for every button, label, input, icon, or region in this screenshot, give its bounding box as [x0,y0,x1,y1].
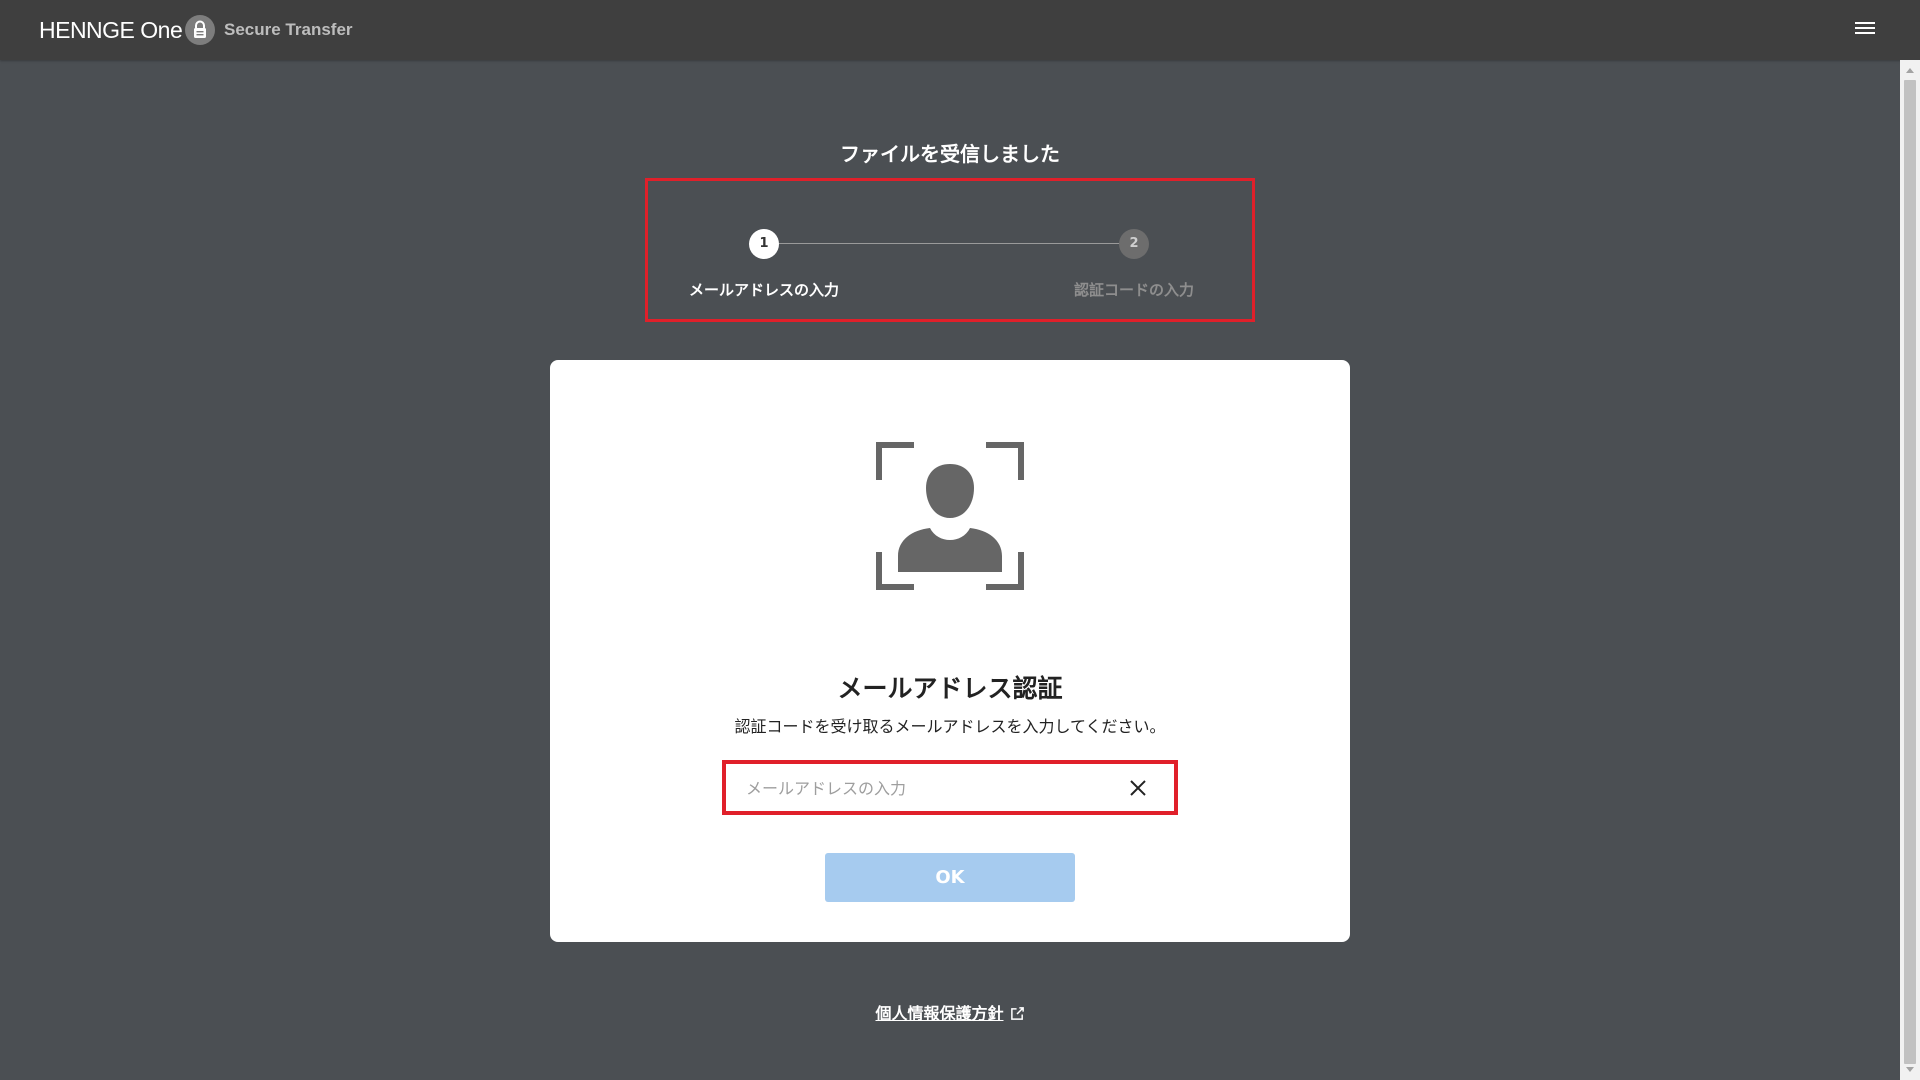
ok-button[interactable]: OK [825,853,1075,902]
top-bar: HENNGE One Secure Transfer [0,0,1920,60]
scroll-thumb[interactable] [1904,80,1916,1064]
brand-logo[interactable]: HENNGE One [39,17,183,43]
step-1-label: メールアドレスの入力 [688,281,839,299]
step-2-indicator: 2 [1119,229,1149,259]
hamburger-menu-icon[interactable] [1855,22,1875,38]
footer: 個人情報保護方針 [550,1003,1350,1025]
email-field-container [722,760,1178,815]
step-2-label: 認証コードの入力 [1073,281,1194,299]
scroll-up-arrow-icon[interactable] [1906,68,1914,73]
stepper-connector [764,243,1134,244]
stepper-highlight [645,178,1255,322]
product-name: Secure Transfer [224,20,353,39]
lock-icon [185,15,215,45]
scroll-down-arrow-icon[interactable] [1906,1067,1914,1072]
email-field[interactable] [744,772,1128,804]
external-link-icon[interactable] [1010,1006,1025,1021]
privacy-policy-link[interactable]: 個人情報保護方針 [875,1004,1003,1023]
face-scan-icon [876,442,1024,590]
page-title: ファイルを受信しました [840,142,1060,166]
scrollbar[interactable] [1900,60,1920,1080]
card-title: メールアドレス認証 [837,674,1063,703]
close-icon[interactable] [1126,776,1150,800]
card-description: 認証コードを受け取るメールアドレスを入力してください。 [734,717,1166,736]
step-1-indicator: 1 [749,229,779,259]
verification-card: メールアドレス認証 認証コードを受け取るメールアドレスを入力してください。 OK [550,360,1350,942]
